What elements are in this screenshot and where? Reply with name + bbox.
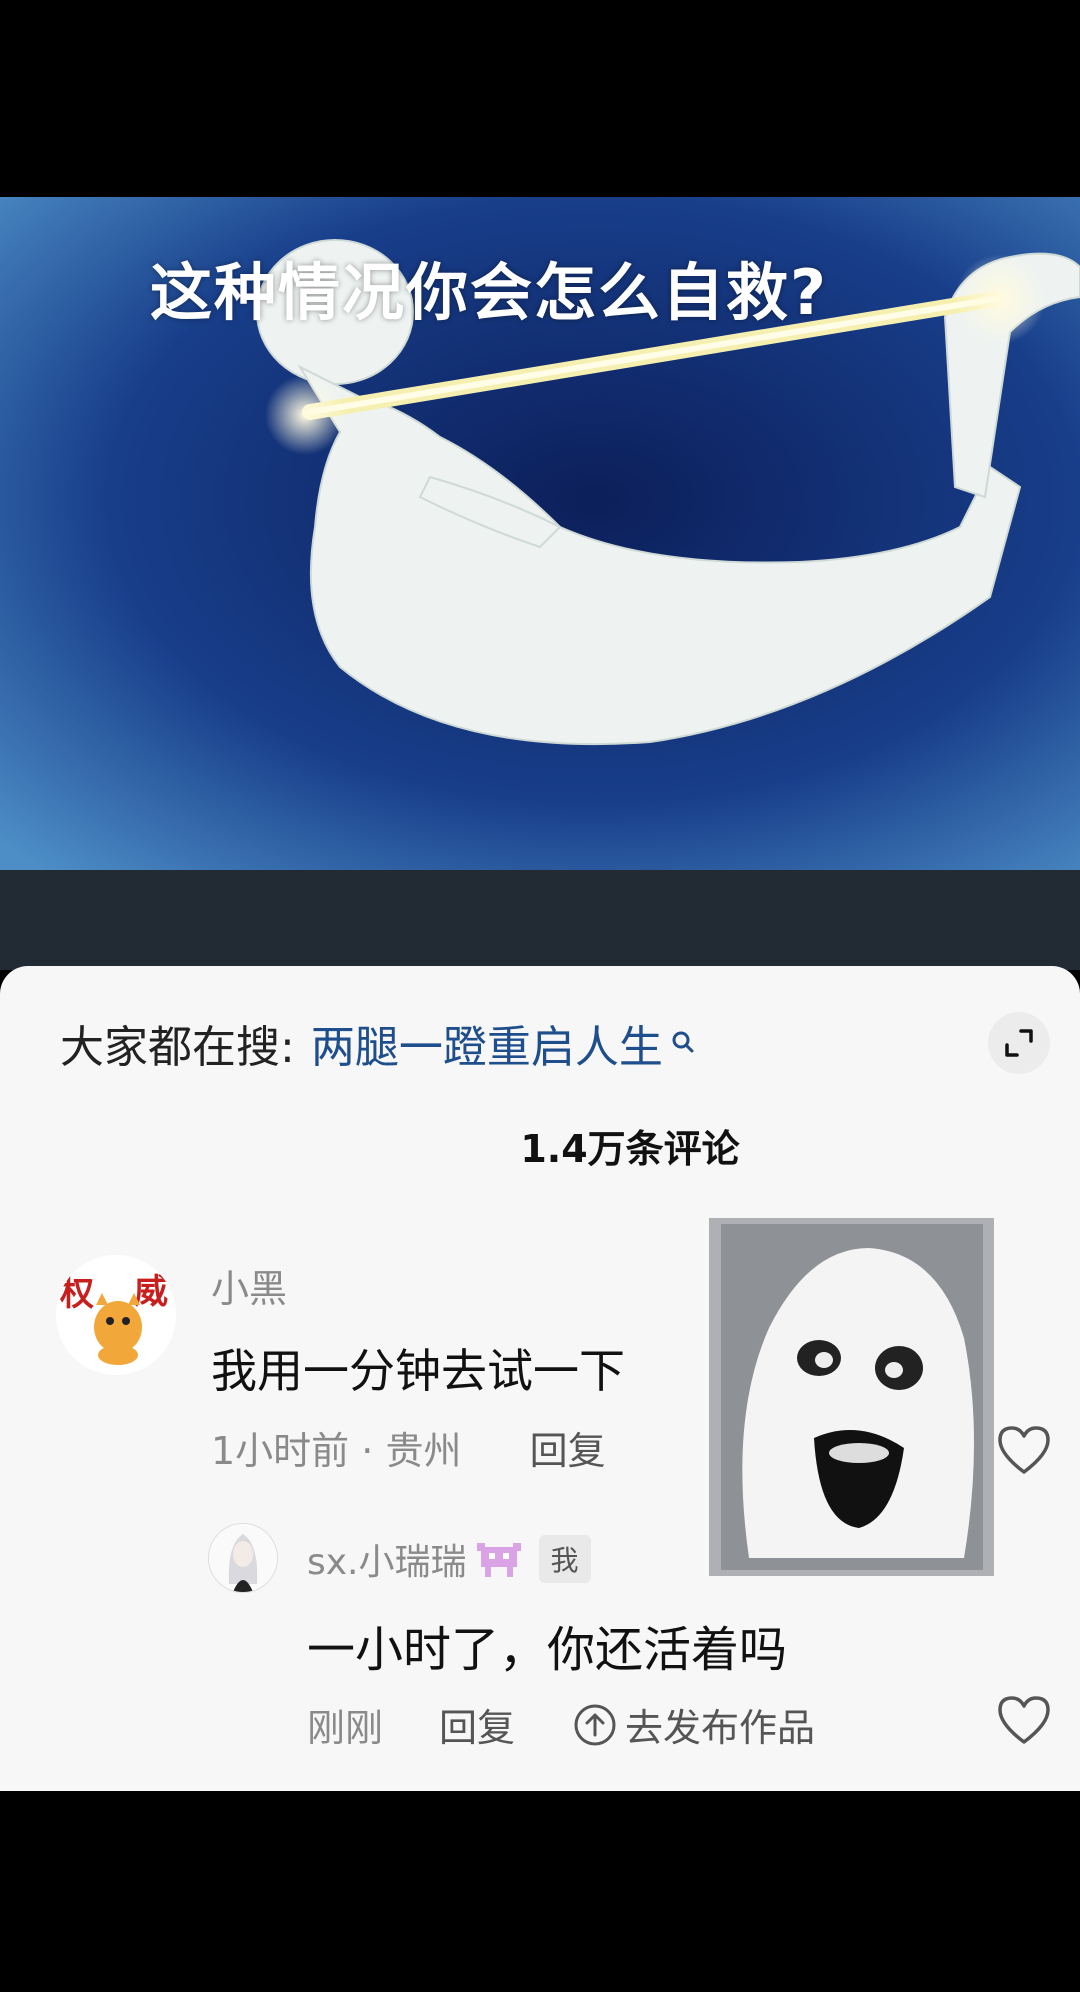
- svg-text:威: 威: [134, 1272, 168, 1312]
- expand-button[interactable]: [988, 1012, 1050, 1074]
- pixel-alien-icon: [476, 1543, 521, 1577]
- publish-label: 去发布作品: [625, 1706, 816, 1750]
- like-heart-icon[interactable]: [996, 1424, 1052, 1476]
- search-term-link[interactable]: 两腿一蹬重启人生: [311, 1011, 663, 1075]
- publish-work-button[interactable]: 去发布作品: [573, 1697, 815, 1752]
- reply-reply-button[interactable]: 回复: [439, 1697, 515, 1752]
- reply-button[interactable]: 回复: [530, 1429, 606, 1473]
- reply-time: 刚刚: [307, 1706, 384, 1750]
- search-icon: [672, 1031, 694, 1053]
- video-title: 这种情况你会怎么自救?: [150, 256, 828, 329]
- comment-time: 1小时前: [211, 1429, 350, 1473]
- expand-icon: [1005, 1029, 1033, 1057]
- comment-meta: 1小时前 · 贵州 回复: [211, 1420, 606, 1475]
- search-prefix: 大家都在搜:: [60, 1022, 295, 1073]
- search-suggestion[interactable]: 大家都在搜: 两腿一蹬重启人生: [60, 1013, 697, 1073]
- reply-like-heart-icon[interactable]: [996, 1694, 1052, 1746]
- reply-username[interactable]: sx.小瑞瑞: [307, 1533, 467, 1585]
- comment-username[interactable]: 小黑: [211, 1258, 287, 1313]
- video-bottom-band: [0, 870, 1080, 970]
- reply-text: 一小时了，你还活着吗: [307, 1622, 788, 1678]
- comment-sticker-image[interactable]: [709, 1218, 994, 1576]
- avatar-image: 权 威: [56, 1255, 176, 1375]
- avatar[interactable]: 权 威: [56, 1255, 176, 1375]
- comment-text: 我用一分钟去试一下: [211, 1344, 625, 1398]
- meta-separator: ·: [361, 1429, 386, 1473]
- reply-meta: 刚刚 回复 去发布作品: [307, 1697, 815, 1752]
- reply-avatar-image: [209, 1524, 277, 1592]
- comment-count: 1.4万条评论: [520, 1127, 740, 1171]
- upload-arrow-icon: [574, 1704, 616, 1745]
- me-badge: 我: [538, 1535, 591, 1583]
- reply-avatar[interactable]: [208, 1523, 278, 1593]
- reply-user-line: sx.小瑞瑞 我: [307, 1533, 591, 1585]
- comment-location: 贵州: [385, 1429, 462, 1473]
